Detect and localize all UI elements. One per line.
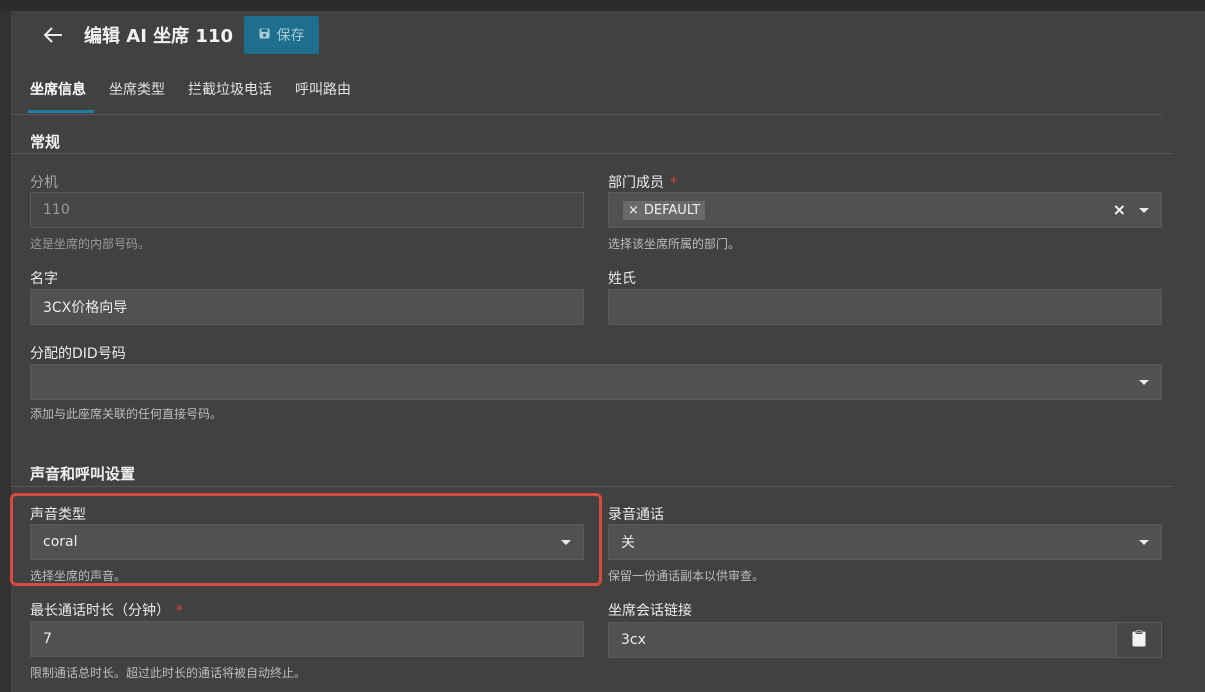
page-title: 编辑 AI 坐席 110 xyxy=(84,26,234,47)
max-duration-input[interactable]: 7 xyxy=(30,621,584,657)
record-help: 保留一份通话副本以供审查。 xyxy=(608,569,765,583)
chevron-down-icon[interactable] xyxy=(1139,208,1149,213)
last-name-label: 姓氏 xyxy=(608,271,636,287)
section-divider xyxy=(11,486,1173,487)
department-tag-label: DEFAULT xyxy=(643,202,701,218)
record-label: 录音通话 xyxy=(608,507,664,523)
session-link-label: 坐席会话链接 xyxy=(608,603,692,619)
department-select[interactable]: × DEFAULT × xyxy=(608,192,1162,228)
max-duration-label: 最长通话时长（分钟） * xyxy=(30,600,183,620)
section-title-voice: 声音和呼叫设置 xyxy=(30,465,136,483)
max-duration-label-text: 最长通话时长（分钟） xyxy=(30,603,170,619)
chevron-down-icon[interactable] xyxy=(1139,380,1149,385)
extension-label: 分机 xyxy=(30,175,58,191)
department-label-text: 部门成员 xyxy=(608,175,664,191)
extension-value: 110 xyxy=(43,202,70,218)
required-mark: * xyxy=(670,175,677,191)
top-strip xyxy=(0,0,1205,11)
section-title-general: 常规 xyxy=(30,133,61,151)
save-disk-icon xyxy=(259,27,270,43)
clear-icon[interactable]: × xyxy=(1113,200,1126,219)
tag-remove-icon[interactable]: × xyxy=(628,203,639,218)
extension-field: 110 xyxy=(30,192,584,228)
tab-bar: 坐席信息 坐席类型 拦截垃圾电话 呼叫路由 xyxy=(30,79,374,111)
extension-help: 这是坐席的内部号码。 xyxy=(30,237,151,251)
tab-call-routing[interactable]: 呼叫路由 xyxy=(295,79,351,111)
back-arrow-icon[interactable] xyxy=(42,24,64,46)
last-name-input[interactable] xyxy=(608,289,1162,325)
department-help: 选择该坐席所属的部门。 xyxy=(608,237,741,251)
tab-agent-type[interactable]: 坐席类型 xyxy=(109,79,165,111)
active-tab-indicator xyxy=(28,110,94,113)
department-label: 部门成员 * xyxy=(608,172,677,192)
first-name-label: 名字 xyxy=(30,271,58,287)
session-link-value: 3cx xyxy=(621,632,646,648)
save-button[interactable]: 保存 xyxy=(244,16,319,54)
record-select[interactable]: 关 xyxy=(608,524,1162,560)
required-mark: * xyxy=(176,603,183,619)
did-select[interactable] xyxy=(30,364,1162,400)
left-strip xyxy=(0,11,11,692)
max-duration-value: 7 xyxy=(43,631,52,647)
session-link-input[interactable]: 3cx xyxy=(608,622,1117,658)
save-label: 保存 xyxy=(276,28,305,44)
section-divider xyxy=(11,153,1173,154)
department-tag: × DEFAULT xyxy=(623,200,706,220)
chevron-down-icon[interactable] xyxy=(1139,540,1149,545)
first-name-input[interactable]: 3CX价格向导 xyxy=(30,289,584,325)
tabs-divider xyxy=(11,114,1162,115)
did-label: 分配的DID号码 xyxy=(30,346,126,362)
first-name-value: 3CX价格向导 xyxy=(43,300,128,316)
max-duration-help: 限制通话总时长。超过此时长的通话将被自动终止。 xyxy=(30,666,307,680)
did-help: 添加与此座席关联的任何直接号码。 xyxy=(30,407,223,421)
copy-clipboard-button[interactable] xyxy=(1116,622,1162,658)
clipboard-icon xyxy=(1132,629,1146,651)
highlight-box xyxy=(10,493,602,586)
record-value: 关 xyxy=(621,535,635,551)
tab-agent-info[interactable]: 坐席信息 xyxy=(30,79,86,111)
tab-block-spam[interactable]: 拦截垃圾电话 xyxy=(188,79,272,111)
